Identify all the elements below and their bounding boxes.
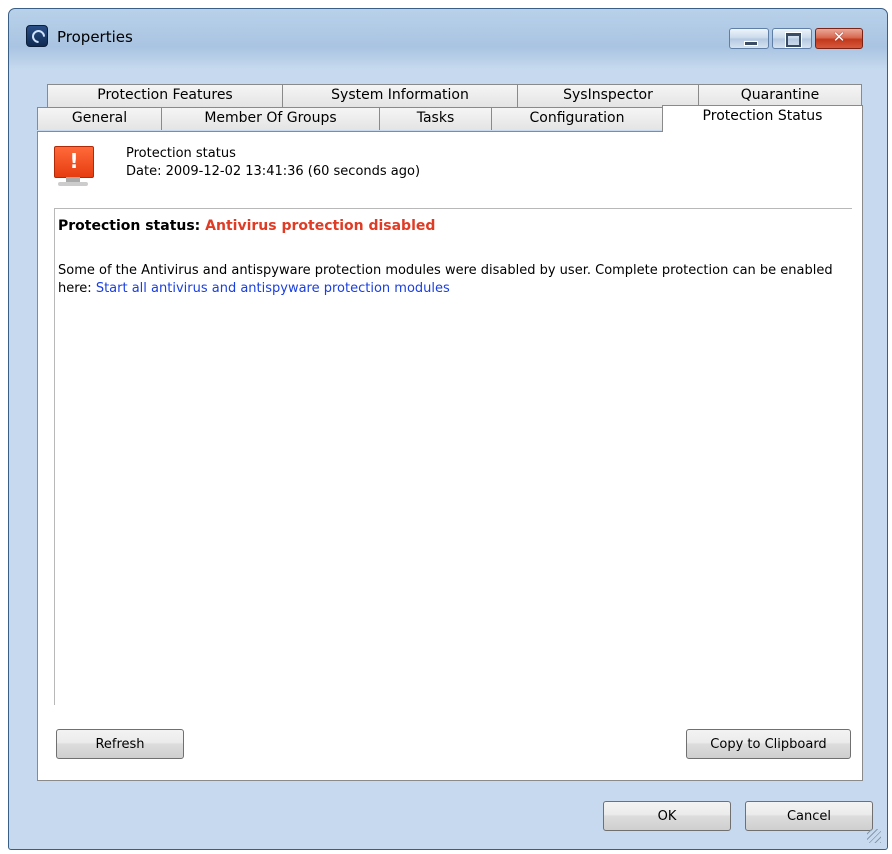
copy-to-clipboard-button[interactable]: Copy to Clipboard	[686, 729, 851, 759]
tab-general[interactable]: General	[37, 107, 162, 130]
content-border	[54, 209, 55, 705]
close-icon: ✕	[832, 28, 846, 46]
tab-protection-status[interactable]: Protection Status	[662, 105, 863, 132]
maximize-button[interactable]	[772, 28, 812, 49]
properties-window: Properties ✕ Protection Features System …	[8, 8, 888, 850]
window-title: Properties	[57, 28, 133, 46]
close-button[interactable]: ✕	[815, 28, 863, 49]
minimize-icon	[744, 41, 758, 46]
title-bar[interactable]: Properties ✕	[9, 9, 887, 61]
panel-title: Protection status	[126, 146, 236, 161]
tab-member-of-groups[interactable]: Member Of Groups	[161, 107, 380, 130]
tab-configuration[interactable]: Configuration	[491, 107, 663, 130]
status-description: Some of the Antivirus and antispyware pr…	[58, 262, 848, 298]
dialog-client-area: Protection Features System Information S…	[37, 75, 873, 831]
tab-protection-features[interactable]: Protection Features	[47, 84, 283, 107]
cancel-button[interactable]: Cancel	[745, 801, 873, 831]
maximize-icon	[785, 32, 802, 48]
divider	[54, 208, 852, 209]
protection-status-panel: Protection status Date: 2009-12-02 13:41…	[37, 131, 863, 781]
tab-system-information[interactable]: System Information	[282, 84, 518, 107]
tab-tasks[interactable]: Tasks	[379, 107, 492, 130]
status-label: Protection status:	[58, 218, 206, 234]
minimize-button[interactable]	[729, 28, 769, 49]
tab-quarantine[interactable]: Quarantine	[698, 84, 862, 107]
tab-sysinspector[interactable]: SysInspector	[517, 84, 699, 107]
app-icon	[26, 25, 48, 47]
refresh-button[interactable]: Refresh	[56, 729, 184, 759]
resize-grip-icon[interactable]	[867, 829, 881, 843]
protection-status-line: Protection status: Antivirus protection …	[58, 218, 435, 234]
monitor-warning-icon	[54, 146, 94, 188]
status-value: Antivirus protection disabled	[205, 218, 436, 234]
start-modules-link[interactable]: Start all antivirus and antispyware prot…	[96, 281, 450, 296]
status-date: Date: 2009-12-02 13:41:36 (60 seconds ag…	[126, 164, 421, 179]
ok-button[interactable]: OK	[603, 801, 731, 831]
